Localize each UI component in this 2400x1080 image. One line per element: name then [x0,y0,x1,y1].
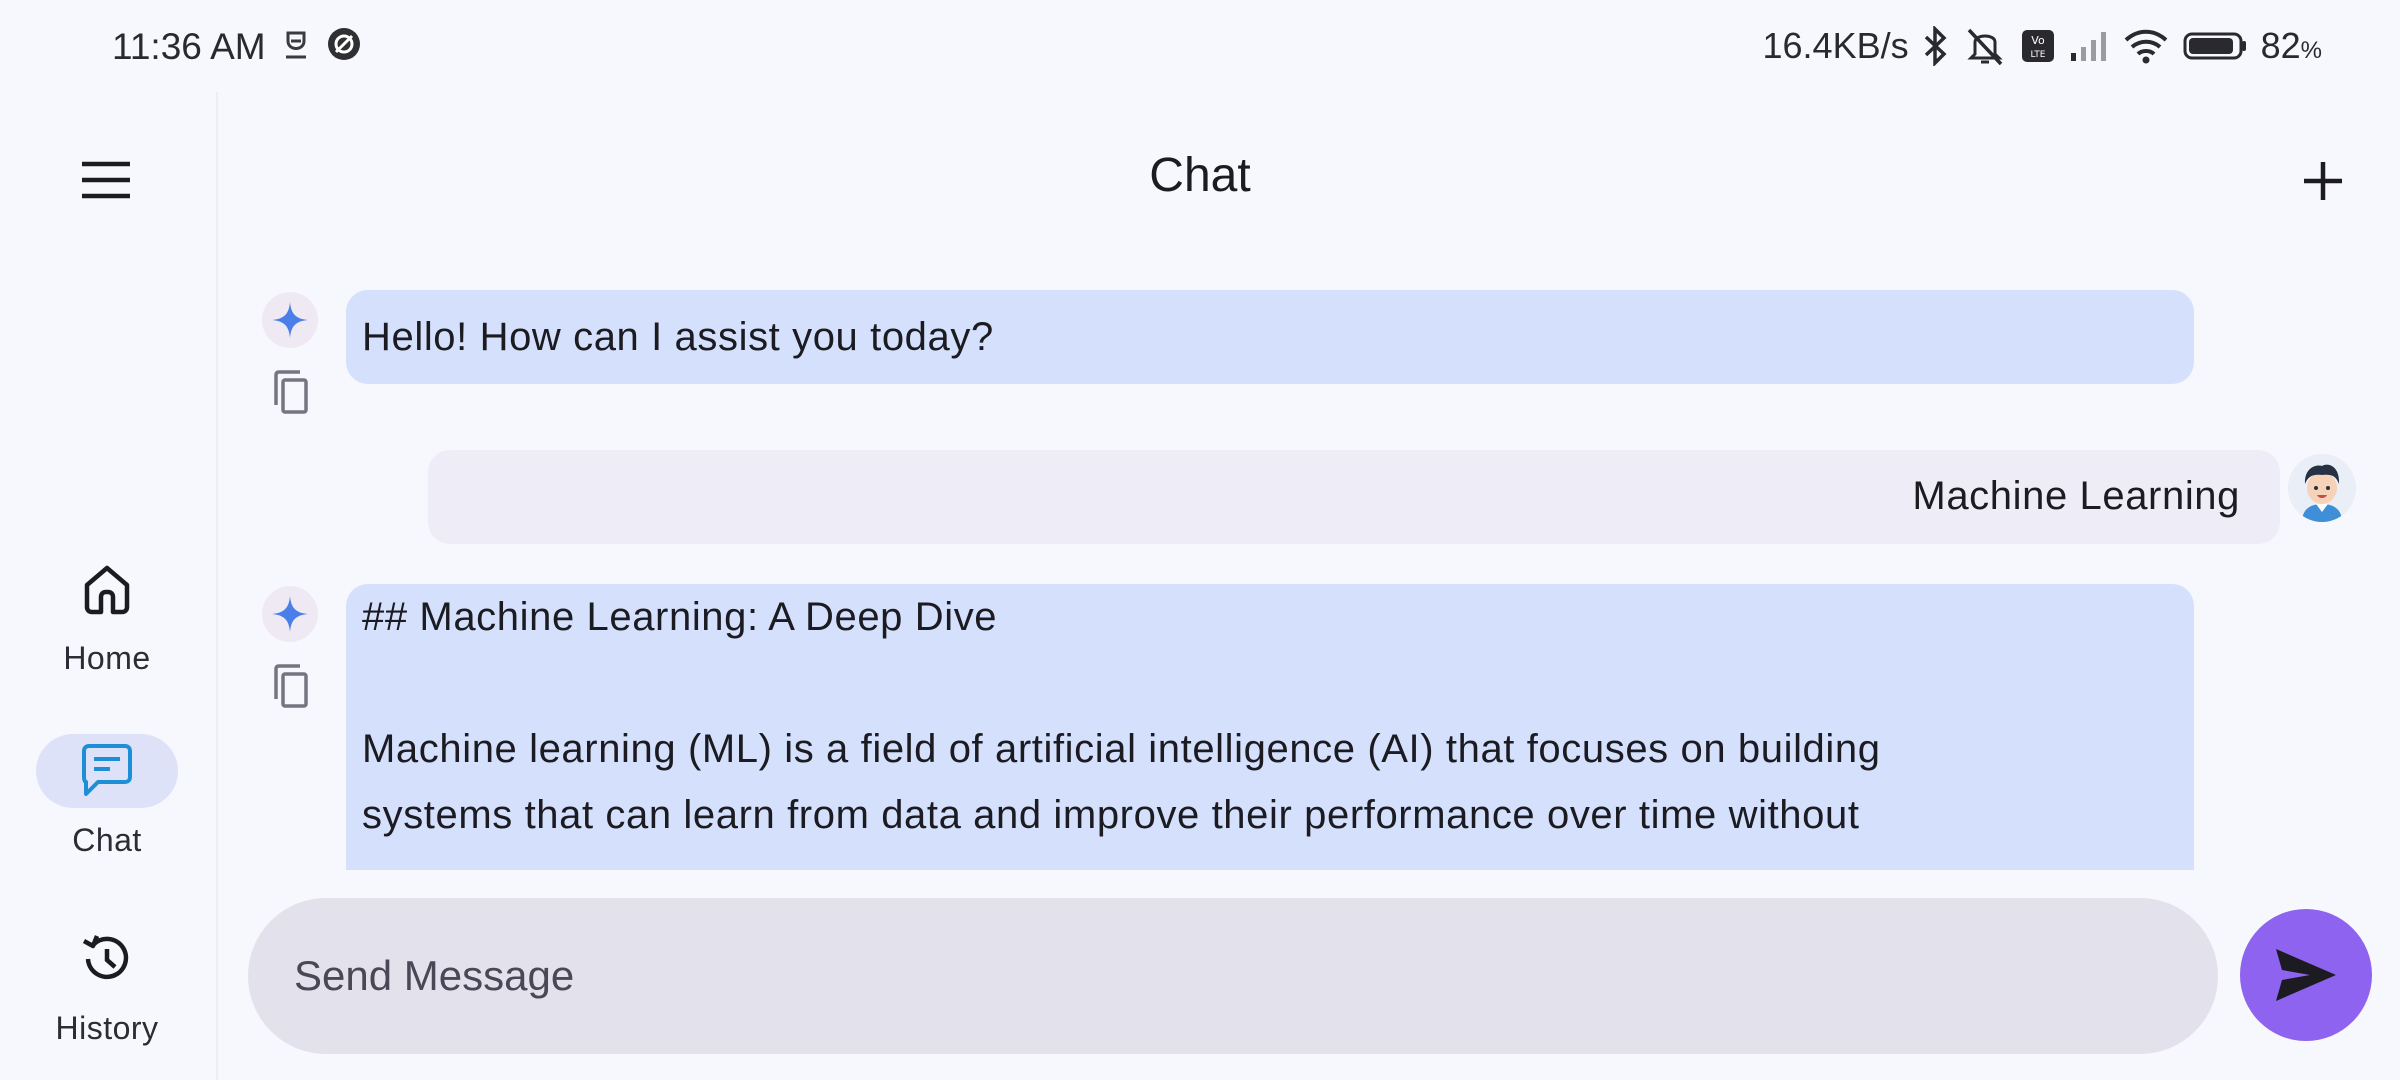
svg-text:Vo: Vo [2031,34,2045,47]
bot-message: Hello! How can I assist you today? [346,290,2194,384]
vpn-icon [326,26,362,67]
status-left-icons [282,26,362,67]
nav-item-chat[interactable]: Chat [0,734,214,859]
bot-message-line: Machine learning (ML) is a field of arti… [362,727,1881,771]
battery-icon [2183,31,2247,61]
battery-percent: 82% [2260,25,2322,66]
navigation-rail: Home Chat History [0,92,218,1080]
bot-message: ## Machine Learning: A Deep Dive Machine… [346,584,2194,870]
bluetooth-icon [1923,26,1949,66]
page-title: Chat [1149,149,1251,202]
status-time: 11:36 AM [112,26,266,67]
nav-chat-indicator [36,734,178,808]
notification-icon [282,27,310,66]
message-input[interactable] [294,952,2218,1000]
app-root: 11:36 AM 16.4KB/s Vo LTE 82% Home Chat H… [0,0,2400,1080]
bot-avatar [262,292,318,348]
nav-item-home[interactable]: Home [0,552,214,677]
nav-history-label: History [55,1010,159,1046]
home-icon [84,565,130,615]
volte-icon: Vo LTE [2021,29,2055,63]
nav-home-indicator [36,552,178,626]
nav-chat-label: Chat [72,822,142,858]
status-bar: 11:36 AM 16.4KB/s Vo LTE 82% [0,0,2400,92]
copy-button[interactable] [260,362,320,422]
message-composer [248,898,2218,1054]
bot-message-line [362,650,2178,716]
signal-icon [2069,29,2109,63]
chat-icon [82,744,132,796]
copy-icon [274,370,308,414]
nav-history-indicator [36,922,178,996]
copy-button[interactable] [260,656,320,716]
hamburger-menu-icon [82,161,130,199]
nav-home-label: Home [63,640,151,676]
nav-item-history[interactable]: History [0,922,214,1047]
new-chat-button[interactable] [2292,150,2354,212]
plus-icon [2304,162,2342,200]
bot-avatar [262,586,318,642]
status-right: 16.4KB/s Vo LTE 82% [1763,24,2322,68]
send-icon [2276,949,2336,1001]
bot-message-text: Hello! How can I assist you today? [362,315,994,359]
user-message: Machine Learning [428,450,2280,544]
sparkle-icon [272,302,308,338]
copy-icon [274,664,308,708]
bot-message-line: systems that can learn from data and imp… [362,793,1860,837]
message-list[interactable]: Hello! How can I assist you today? Machi… [220,270,2400,870]
send-button[interactable] [2240,909,2372,1041]
svg-text:LTE: LTE [2030,50,2045,60]
sparkle-icon [272,596,308,632]
user-avatar [2288,454,2356,522]
network-speed: 16.4KB/s [1762,25,1909,66]
history-icon [82,935,129,980]
mute-icon [1963,26,2007,66]
wifi-icon [2123,28,2169,64]
menu-button[interactable] [66,148,146,212]
user-message-text: Machine Learning [1912,474,2240,518]
bot-message-line: ## Machine Learning: A Deep Dive [362,595,998,639]
